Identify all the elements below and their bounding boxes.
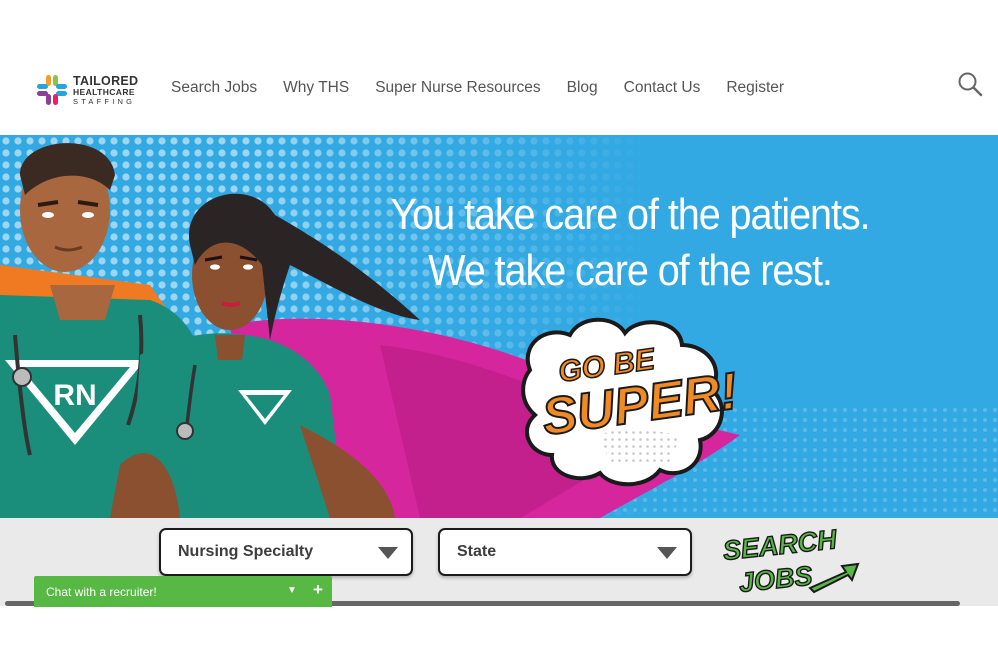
search-jobs-line-1: SEARCH (721, 526, 838, 566)
tagline-line-2: We take care of the rest. (428, 246, 833, 295)
nursing-specialty-value: Nursing Specialty (178, 543, 314, 560)
nursing-specialty-select[interactable]: Nursing Specialty (159, 528, 413, 576)
tagline-line-1: You take care of the patients. (390, 190, 870, 239)
search-jobs-button[interactable]: SEARCH JOBS (718, 526, 863, 602)
chevron-down-icon (657, 547, 677, 559)
state-value: State (457, 543, 497, 560)
search-icon[interactable] (956, 70, 984, 98)
nav-contact-us[interactable]: Contact Us (611, 76, 714, 100)
nav-super-nurse-resources[interactable]: Super Nurse Resources (362, 76, 553, 100)
hero-tagline: You take care of the patients. We take c… (387, 187, 873, 299)
chevron-down-icon (378, 547, 398, 559)
nav-search-jobs[interactable]: Search Jobs (158, 76, 270, 100)
rn-badge-text: RN (53, 379, 96, 412)
nav-why-ths[interactable]: Why THS (270, 76, 362, 100)
chat-widget[interactable]: Chat with a recruiter! ▼ + (34, 576, 332, 607)
plus-icon[interactable]: + (310, 581, 326, 599)
logo-line-3: STAFFING (73, 96, 136, 106)
chevron-down-icon[interactable]: ▼ (285, 582, 299, 598)
site-header: TAILORED HEALTHCARE STAFFING Search Jobs… (0, 60, 998, 116)
chat-label: Chat with a recruiter! (46, 585, 157, 599)
nav-register[interactable]: Register (713, 76, 797, 100)
arrow-right-icon (808, 562, 860, 594)
logo-line-1: TAILORED (73, 73, 139, 88)
site-logo[interactable]: TAILORED HEALTHCARE STAFFING (34, 70, 152, 110)
nav-blog[interactable]: Blog (554, 76, 611, 100)
search-jobs-line-2: JOBS (737, 560, 813, 598)
logo-line-2: HEALTHCARE (73, 87, 135, 98)
state-select[interactable]: State (438, 528, 692, 576)
hero-banner: RN GO BE SUPER! You take care of the pat… (0, 135, 998, 518)
main-nav: Search Jobs Why THS Super Nurse Resource… (158, 76, 797, 100)
logo-mark-icon (37, 75, 67, 105)
logo-wordmark: TAILORED HEALTHCARE STAFFING (73, 75, 138, 106)
